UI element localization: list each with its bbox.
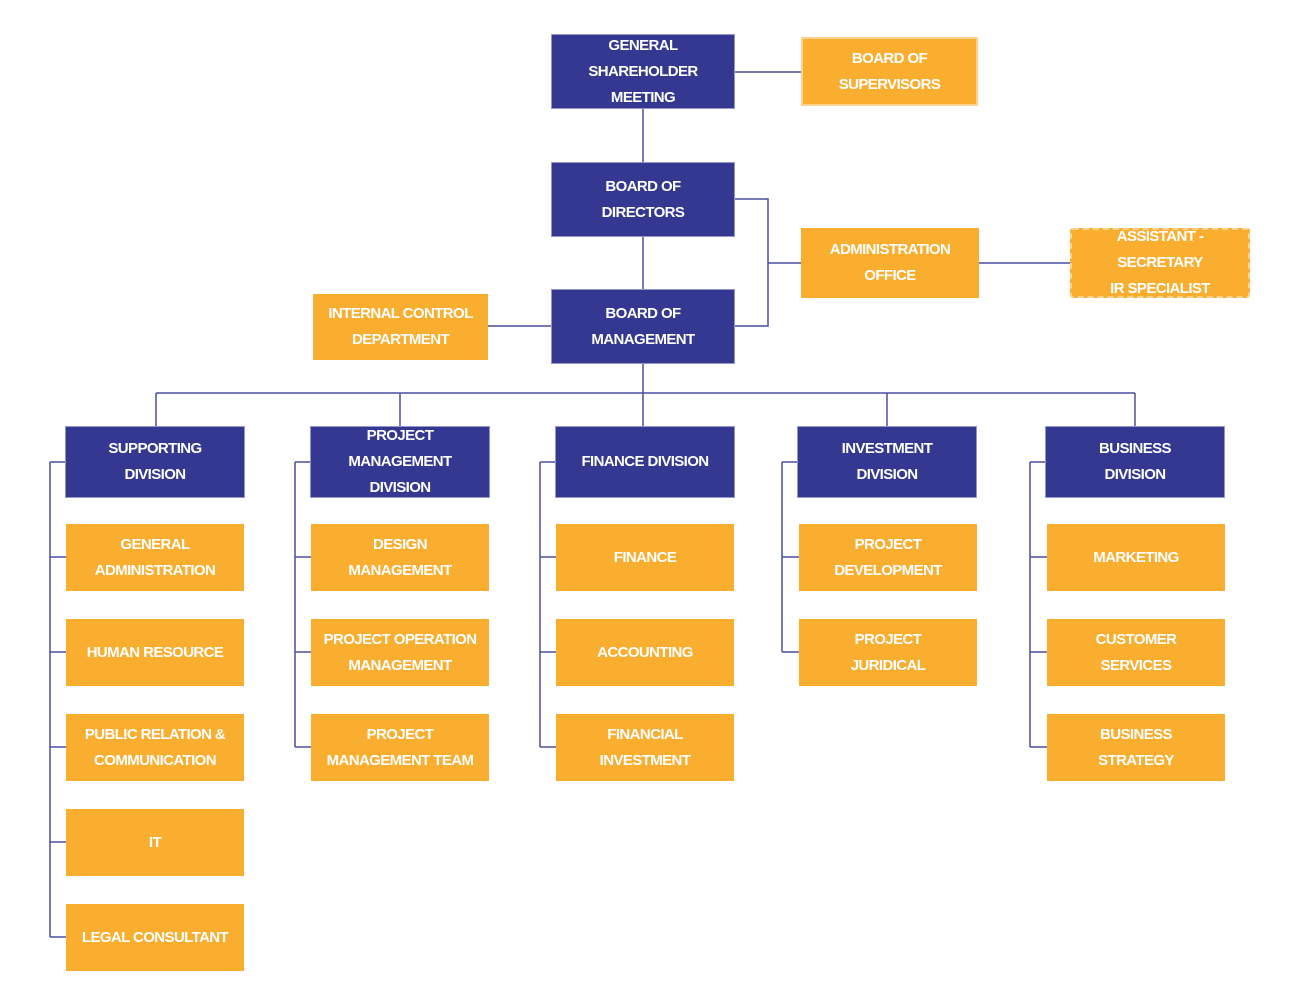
unit-box: DESIGN MANAGEMENT (311, 524, 489, 591)
unit-box: ACCOUNTING (556, 619, 734, 686)
unit-box: PROJECT MANAGEMENT TEAM (311, 714, 489, 781)
unit-box: IT (66, 809, 244, 876)
unit-box: GENERAL ADMINISTRATION (66, 524, 244, 591)
unit-box: HUMAN RESOURCE (66, 619, 244, 686)
board-of-management-box: BOARD OF MANAGEMENT (552, 290, 734, 363)
unit-box: MARKETING (1047, 524, 1225, 591)
assistant-secretary-box: ASSISTANT - SECRETARY IR SPECIALIST (1070, 228, 1250, 298)
division-box: BUSINESS DIVISION (1046, 427, 1224, 497)
unit-box: FINANCE (556, 524, 734, 591)
internal-control-box: INTERNAL CONTROL DEPARTMENT (313, 294, 488, 360)
board-of-supervisors-box: BOARD OF SUPERVISORS (801, 37, 978, 106)
unit-box: BUSINESS STRATEGY (1047, 714, 1225, 781)
unit-box: PROJECT OPERATION MANAGEMENT (311, 619, 489, 686)
unit-box: PUBLIC RELATION & COMMUNICATION (66, 714, 244, 781)
unit-box: CUSTOMER SERVICES (1047, 619, 1225, 686)
general-shareholder-meeting-box: GENERAL SHAREHOLDER MEETING (552, 35, 734, 108)
administration-office-box: ADMINISTRATION OFFICE (801, 228, 979, 298)
org-chart: GENERAL SHAREHOLDER MEETING BOARD OF SUPE… (0, 0, 1300, 1006)
unit-box: PROJECT DEVELOPMENT (799, 524, 977, 591)
division-box: FINANCE DIVISION (556, 427, 734, 497)
division-box: INVESTMENT DIVISION (798, 427, 976, 497)
board-of-directors-box: BOARD OF DIRECTORS (552, 163, 734, 236)
division-box: PROJECT MANAGEMENT DIVISION (311, 427, 489, 497)
unit-box: LEGAL CONSULTANT (66, 904, 244, 971)
unit-box: PROJECT JURIDICAL (799, 619, 977, 686)
connector-line (734, 198, 769, 327)
unit-box: FINANCIAL INVESTMENT (556, 714, 734, 781)
division-box: SUPPORTING DIVISION (66, 427, 244, 497)
